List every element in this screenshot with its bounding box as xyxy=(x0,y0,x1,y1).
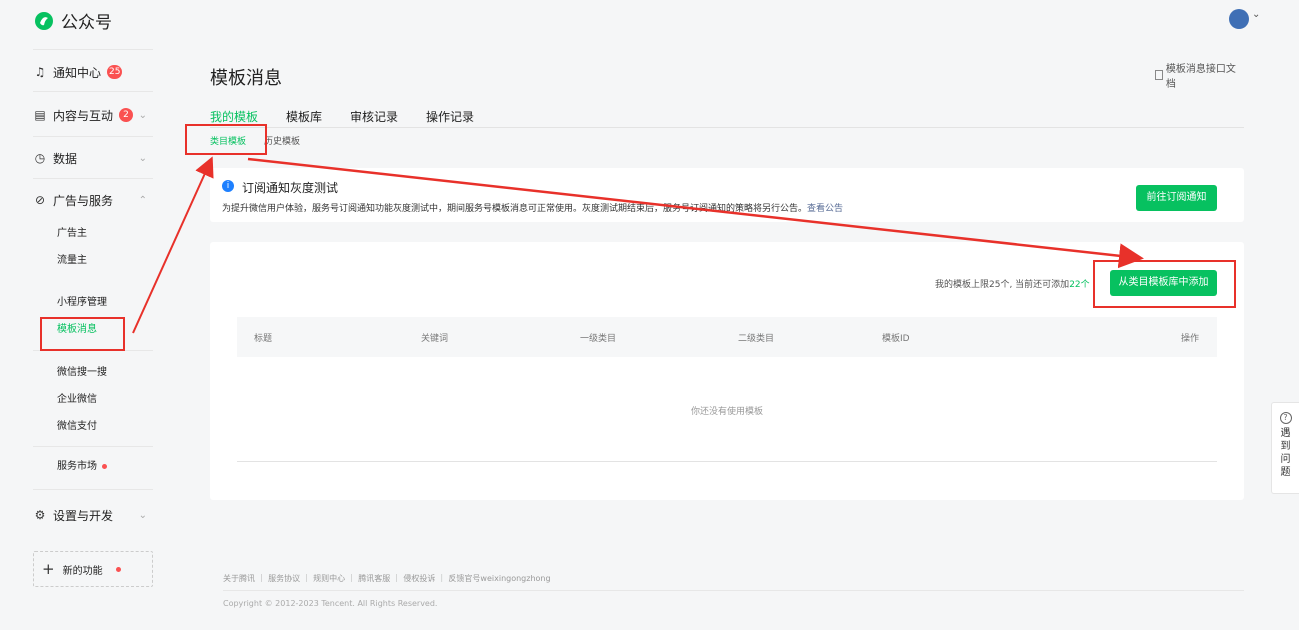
notice-text: 为提升微信用户体验，服务号订阅通知功能灰度测试中，期间服务号模板消息可正常使用。… xyxy=(222,201,843,214)
notice-badge: 25 xyxy=(107,65,123,79)
help-label: 遇到问题 xyxy=(1280,428,1291,478)
bell-icon: ♫ xyxy=(34,65,46,79)
column-category-1: 一级类目 xyxy=(580,334,617,344)
doc-link[interactable]: 模板消息接口文档 xyxy=(1155,60,1244,90)
question-icon: ? xyxy=(1279,412,1292,424)
go-subscription-button[interactable]: 前往订阅通知 xyxy=(1136,185,1217,211)
chevron-down-icon: ⌄ xyxy=(138,509,147,521)
tabs: 我的模板 模板库 审核记录 操作记录 xyxy=(210,108,474,125)
footer-links[interactable]: 关于腾讯 ｜ 服务协议 ｜ 规则中心 ｜ 腾讯客服 ｜ 侵权投诉 ｜ 反馈官号w… xyxy=(223,573,551,584)
sidebar-item-ads[interactable]: ⊘ 广告与服务 ⌃ xyxy=(33,190,153,210)
document-icon: ▤ xyxy=(34,108,46,122)
compass-icon: ⊘ xyxy=(34,193,46,207)
view-announcement-link[interactable]: 查看公告 xyxy=(807,204,843,214)
template-limit: 我的模板上限25个, 当前还可添加22个 xyxy=(935,277,1090,290)
sidebar-item-advertiser[interactable]: 广告主 xyxy=(57,226,87,242)
avatar[interactable] xyxy=(1229,9,1249,29)
divider xyxy=(33,350,153,351)
tab-my-templates[interactable]: 我的模板 xyxy=(210,108,258,125)
empty-state: 你还没有使用模板 xyxy=(690,407,763,417)
notice-body: 为提升微信用户体验，服务号订阅通知功能灰度测试中，期间服务号模板消息可正常使用。… xyxy=(222,204,808,214)
divider xyxy=(33,49,153,50)
sidebar-item-label: 设置与开发 xyxy=(53,508,114,523)
subtabs: 类目模板 历史模板 xyxy=(210,134,300,147)
chevron-up-icon: ⌃ xyxy=(138,194,147,206)
content-badge: 2 xyxy=(119,108,134,122)
sidebar-item-miniprogram[interactable]: 小程序管理 xyxy=(57,295,107,311)
sidebar-item-traffic-owner[interactable]: 流量主 xyxy=(57,253,87,269)
arrow-up xyxy=(132,156,214,334)
divider xyxy=(33,136,153,137)
column-category-2: 二级类目 xyxy=(738,334,775,344)
sidebar-item-notice[interactable]: ♫ 通知中心 25 xyxy=(33,62,153,82)
table-header: 标题 关键词 一级类目 二级类目 模板ID 操作 xyxy=(237,317,1217,357)
chevron-down-icon: ⌄ xyxy=(138,152,147,164)
chevron-down-icon: ⌄ xyxy=(138,109,147,121)
limit-text: 我的模板上限25个, 当前还可添加 xyxy=(935,280,1070,290)
top-bar: 公众号 ⌄ xyxy=(0,0,1299,38)
sidebar-item-template-message[interactable]: 模板消息 xyxy=(57,322,97,338)
new-function-label: 新的功能 xyxy=(62,565,103,577)
template-panel: 我的模板上限25个, 当前还可添加22个 从类目模板库中添加 标题 关键词 一级… xyxy=(210,242,1244,500)
sidebar-item-content[interactable]: ▤ 内容与互动 2 ⌄ xyxy=(33,105,153,125)
sidebar-item-service-market[interactable]: 服务市场 xyxy=(57,459,107,475)
gear-icon: ⚙ xyxy=(34,508,46,522)
red-dot xyxy=(102,463,107,469)
subtab-history-templates[interactable]: 历史模板 xyxy=(264,134,300,147)
column-keywords: 关键词 xyxy=(421,334,449,344)
sidebar-item-label: 数据 xyxy=(53,151,78,166)
logo[interactable]: 公众号 xyxy=(34,8,112,33)
sidebar-item-wechat-pay[interactable]: 微信支付 xyxy=(57,419,97,435)
copyright: Copyright © 2012-2023 Tencent. All Right… xyxy=(223,599,438,608)
column-actions: 操作 xyxy=(1181,334,1200,344)
divider xyxy=(33,446,153,447)
sidebar-item-data[interactable]: ◷ 数据 ⌄ xyxy=(33,148,153,168)
subtab-category-templates[interactable]: 类目模板 xyxy=(210,134,246,147)
tab-review-records[interactable]: 审核记录 xyxy=(350,108,398,125)
divider xyxy=(33,91,153,92)
tab-divider xyxy=(210,127,1244,128)
table-bottom-line xyxy=(237,461,1217,462)
limit-count: 22个 xyxy=(1069,280,1090,290)
tab-operation-records[interactable]: 操作记录 xyxy=(426,108,474,125)
document-icon xyxy=(1155,70,1163,80)
clock-icon: ◷ xyxy=(34,151,46,165)
sidebar-item-wecom[interactable]: 企业微信 xyxy=(57,392,97,408)
plus-icon: + xyxy=(42,560,55,578)
sidebar-item-wechat-search[interactable]: 微信搜一搜 xyxy=(57,365,107,381)
notice-title: 订阅通知灰度测试 xyxy=(242,181,339,195)
divider xyxy=(33,489,153,490)
column-title: 标题 xyxy=(254,334,273,344)
sidebar-item-label: 广告与服务 xyxy=(53,193,114,208)
column-template-id: 模板ID xyxy=(882,334,910,344)
doc-link-label: 模板消息接口文档 xyxy=(1165,64,1236,90)
wechat-official-account-icon xyxy=(35,11,53,30)
chevron-down-icon[interactable]: ⌄ xyxy=(1252,9,1260,20)
tab-template-library[interactable]: 模板库 xyxy=(286,108,322,125)
sidebar-item-label: 内容与互动 xyxy=(53,108,114,123)
sidebar-item-label: 服务市场 xyxy=(57,461,97,472)
red-dot xyxy=(115,566,121,572)
app-title: 公众号 xyxy=(61,13,112,33)
add-from-library-button[interactable]: 从类目模板库中添加 xyxy=(1110,270,1217,296)
subscription-notice-banner: i 订阅通知灰度测试 为提升微信用户体验，服务号订阅通知功能灰度测试中，期间服务… xyxy=(210,168,1244,222)
sidebar-item-settings[interactable]: ⚙ 设置与开发 ⌄ xyxy=(33,505,153,525)
new-function-button[interactable]: + 新的功能 xyxy=(33,551,153,587)
page-title: 模板消息 xyxy=(210,68,282,89)
help-widget[interactable]: ? 遇到问题 xyxy=(1271,402,1299,494)
sidebar-item-label: 通知中心 xyxy=(53,65,102,80)
footer-divider xyxy=(223,590,1244,591)
info-icon: i xyxy=(222,180,234,192)
divider xyxy=(33,178,153,179)
